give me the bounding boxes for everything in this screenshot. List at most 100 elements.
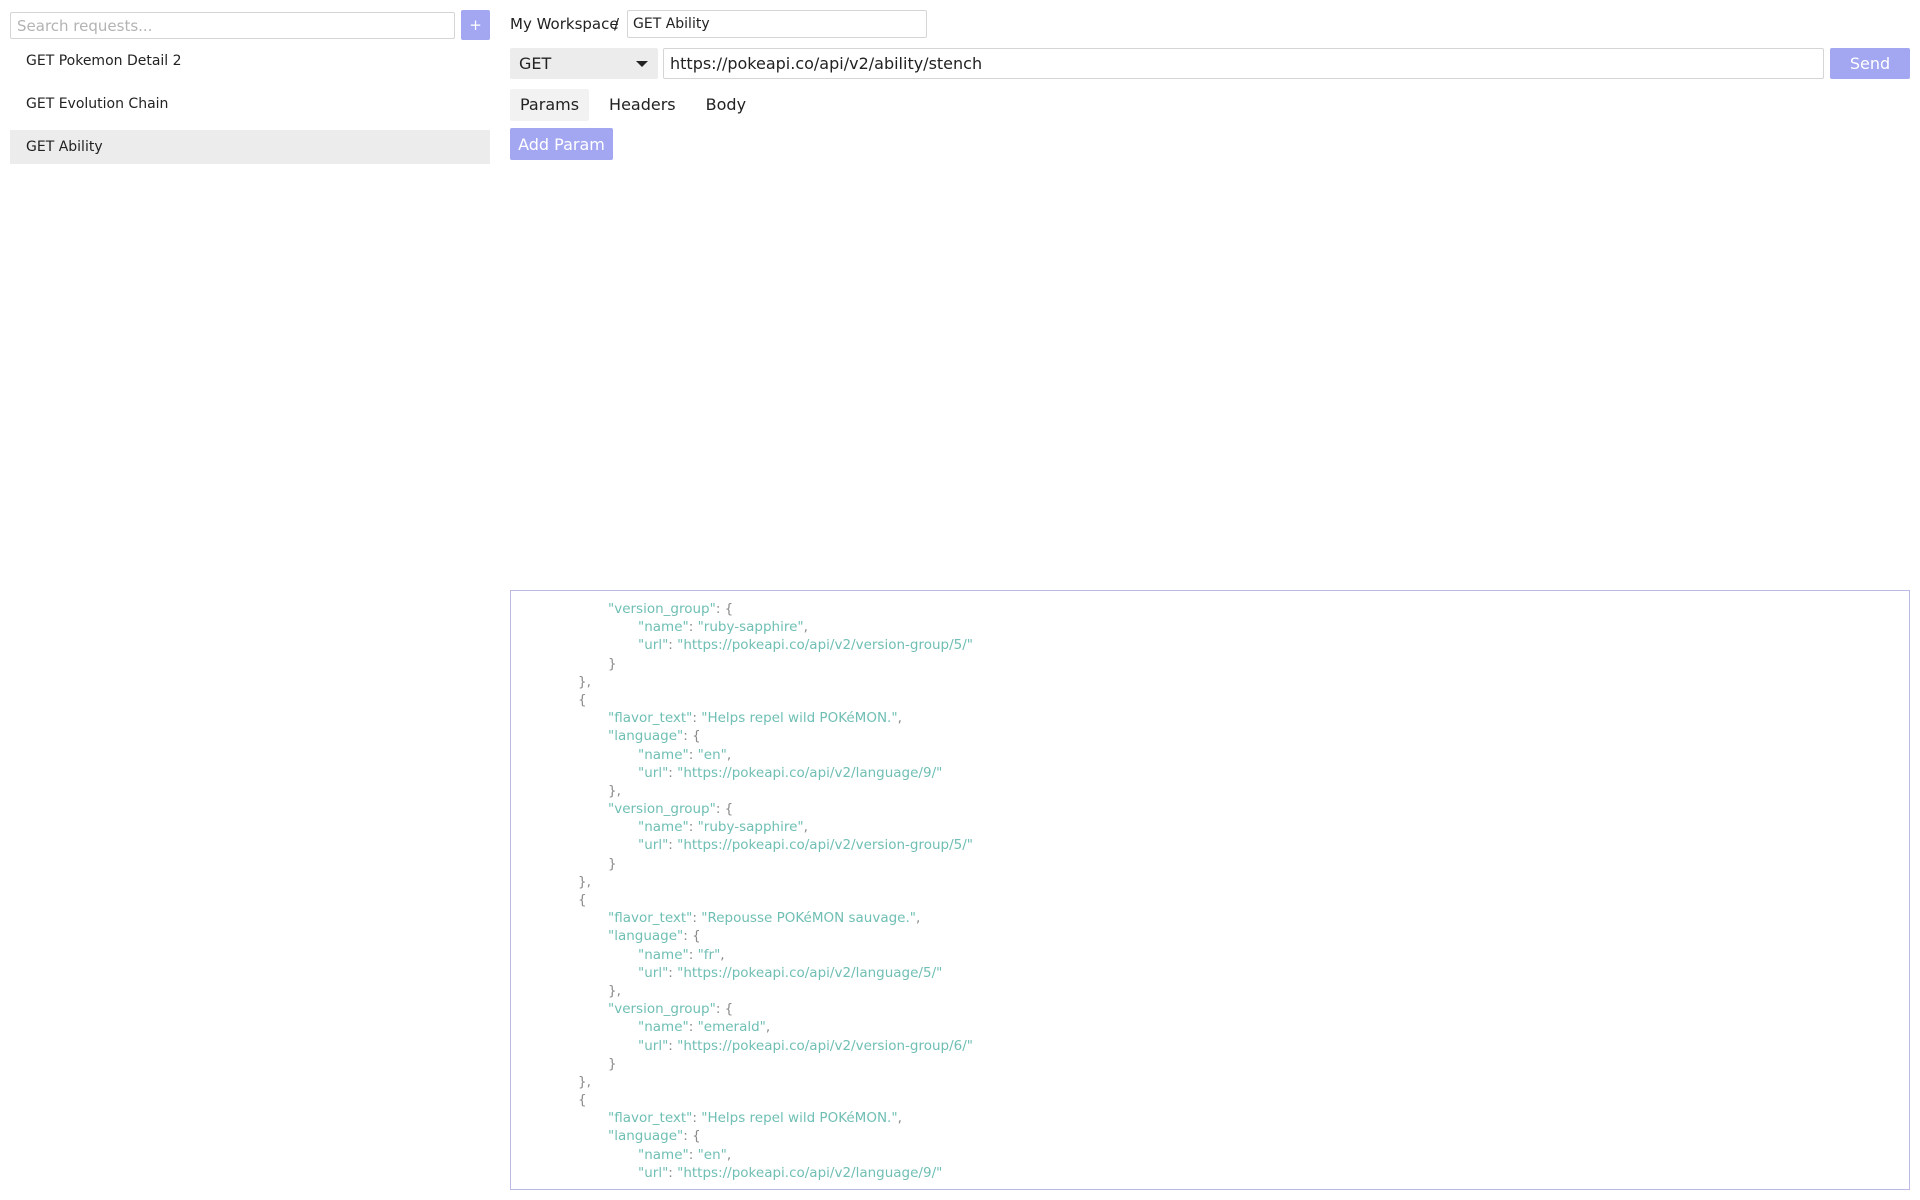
json-key: "url" bbox=[638, 1164, 669, 1181]
json-trail: , bbox=[897, 710, 902, 727]
response-line: "language": { bbox=[511, 927, 1909, 945]
json-value: "en" bbox=[697, 1146, 727, 1163]
json-key: "language" bbox=[608, 728, 684, 745]
response-line: "name": "emerald", bbox=[511, 1018, 1909, 1036]
request-tabs: Params Headers Body bbox=[510, 89, 766, 121]
json-sep: : bbox=[688, 619, 698, 636]
json-sep: }, bbox=[608, 782, 621, 799]
response-line: "name": "ruby-sapphire", bbox=[511, 818, 1909, 836]
json-trail: , bbox=[726, 746, 732, 763]
request-name-input[interactable] bbox=[627, 10, 927, 38]
response-line: } bbox=[511, 655, 1909, 673]
json-sep: : { bbox=[683, 1128, 701, 1145]
json-value: "https://pokeapi.co/api/v2/language/9/" bbox=[677, 1164, 943, 1181]
json-value: "Helps repel wild POKéMON." bbox=[701, 710, 898, 727]
json-key: "language" bbox=[608, 1128, 684, 1145]
response-line: "flavor_text": "Repousse POKéMON sauvage… bbox=[511, 909, 1909, 927]
json-sep: : bbox=[692, 710, 702, 727]
json-value: "https://pokeapi.co/api/v2/version-group… bbox=[677, 637, 973, 654]
json-key: "version_group" bbox=[608, 601, 716, 617]
response-line: "language": { bbox=[511, 727, 1909, 745]
tab-headers[interactable]: Headers bbox=[599, 89, 686, 121]
json-sep: : bbox=[668, 637, 678, 654]
response-line: }, bbox=[511, 982, 1909, 1000]
response-line: }, bbox=[511, 1073, 1909, 1091]
response-line: "url": "https://pokeapi.co/api/v2/versio… bbox=[511, 636, 1909, 654]
json-key: "url" bbox=[638, 637, 669, 654]
tab-params[interactable]: Params bbox=[510, 89, 590, 121]
search-requests-input[interactable] bbox=[10, 12, 455, 39]
json-sep: }, bbox=[608, 982, 621, 999]
json-sep: : bbox=[692, 910, 702, 927]
request-item-active[interactable]: GET Ability bbox=[10, 130, 490, 164]
json-key: "version_group" bbox=[608, 801, 716, 818]
json-key: "name" bbox=[638, 1019, 689, 1036]
response-viewer[interactable]: "version_group": {"name": "ruby-sapphire… bbox=[510, 590, 1910, 1190]
json-key: "name" bbox=[638, 819, 689, 836]
response-line: "language": { bbox=[511, 1127, 1909, 1145]
json-sep: : bbox=[688, 946, 698, 963]
response-line: "name": "ruby-sapphire", bbox=[511, 618, 1909, 636]
json-key: "url" bbox=[638, 1037, 669, 1054]
json-sep: }, bbox=[578, 1073, 591, 1090]
response-line: "url": "https://pokeapi.co/api/v2/versio… bbox=[511, 836, 1909, 854]
json-key: "name" bbox=[638, 746, 689, 763]
response-line: "url": "https://pokeapi.co/api/v2/langua… bbox=[511, 764, 1909, 782]
json-sep: : bbox=[668, 964, 678, 981]
response-line: }, bbox=[511, 782, 1909, 800]
json-key: "url" bbox=[638, 764, 669, 781]
json-value: "Repousse POKéMON sauvage." bbox=[701, 910, 916, 927]
response-line: "name": "en", bbox=[511, 1146, 1909, 1164]
json-sep: : bbox=[668, 1164, 678, 1181]
response-line: "version_group": { bbox=[511, 800, 1909, 818]
url-input[interactable] bbox=[663, 48, 1824, 79]
response-line: { bbox=[511, 1091, 1909, 1109]
response-line: "name": "en", bbox=[511, 746, 1909, 764]
json-value: "https://pokeapi.co/api/v2/version-group… bbox=[677, 837, 973, 854]
json-sep: : bbox=[688, 746, 698, 763]
json-sep: { bbox=[578, 691, 587, 708]
json-sep: : bbox=[692, 1110, 702, 1127]
add-request-button[interactable]: + bbox=[461, 10, 490, 40]
json-sep: : bbox=[688, 1146, 698, 1163]
json-trail: , bbox=[765, 1019, 771, 1036]
json-sep: : bbox=[668, 837, 678, 854]
json-key: "flavor_text" bbox=[608, 710, 693, 727]
response-line: "version_group": { bbox=[511, 600, 1909, 618]
json-sep: }, bbox=[578, 673, 591, 690]
json-sep: { bbox=[578, 892, 587, 908]
caret-down-icon bbox=[636, 61, 648, 67]
request-list: GET Pokemon Detail 2 GET Evolution Chain… bbox=[10, 44, 490, 173]
json-value: "https://pokeapi.co/api/v2/version-group… bbox=[677, 1037, 973, 1054]
response-line: "url": "https://pokeapi.co/api/v2/langua… bbox=[511, 964, 1909, 982]
method-value: GET bbox=[519, 54, 552, 73]
tab-body[interactable]: Body bbox=[696, 89, 756, 121]
response-line: { bbox=[511, 691, 1909, 709]
json-sep: : { bbox=[715, 801, 734, 818]
json-sep: : bbox=[688, 819, 698, 836]
response-line: "flavor_text": "Helps repel wild POKéMON… bbox=[511, 709, 1909, 727]
json-sep: } bbox=[608, 855, 617, 872]
json-sep: : { bbox=[715, 1001, 734, 1018]
json-sep: : { bbox=[683, 928, 701, 945]
add-param-button[interactable]: Add Param bbox=[510, 128, 613, 160]
response-line: } bbox=[511, 1055, 1909, 1073]
json-key: "flavor_text" bbox=[608, 910, 693, 927]
json-sep: }, bbox=[578, 873, 591, 890]
request-item[interactable]: GET Evolution Chain bbox=[10, 87, 490, 121]
json-sep: : bbox=[688, 1019, 698, 1036]
json-value: "emerald" bbox=[697, 1019, 766, 1036]
method-select[interactable]: GET bbox=[510, 48, 658, 79]
json-key: "url" bbox=[638, 964, 669, 981]
response-line: "version_group": { bbox=[511, 1000, 1909, 1018]
response-line: } bbox=[511, 855, 1909, 873]
response-json: "version_group": {"name": "ruby-sapphire… bbox=[511, 600, 1909, 1182]
breadcrumb-workspace[interactable]: My Workspace bbox=[510, 15, 619, 33]
json-value: "en" bbox=[697, 746, 727, 763]
send-button[interactable]: Send bbox=[1830, 48, 1910, 79]
request-item[interactable]: GET Pokemon Detail 2 bbox=[10, 44, 490, 78]
json-value: "https://pokeapi.co/api/v2/language/9/" bbox=[677, 764, 943, 781]
json-sep: : bbox=[668, 1037, 678, 1054]
json-trail: , bbox=[897, 1110, 902, 1127]
json-key: "url" bbox=[638, 837, 669, 854]
